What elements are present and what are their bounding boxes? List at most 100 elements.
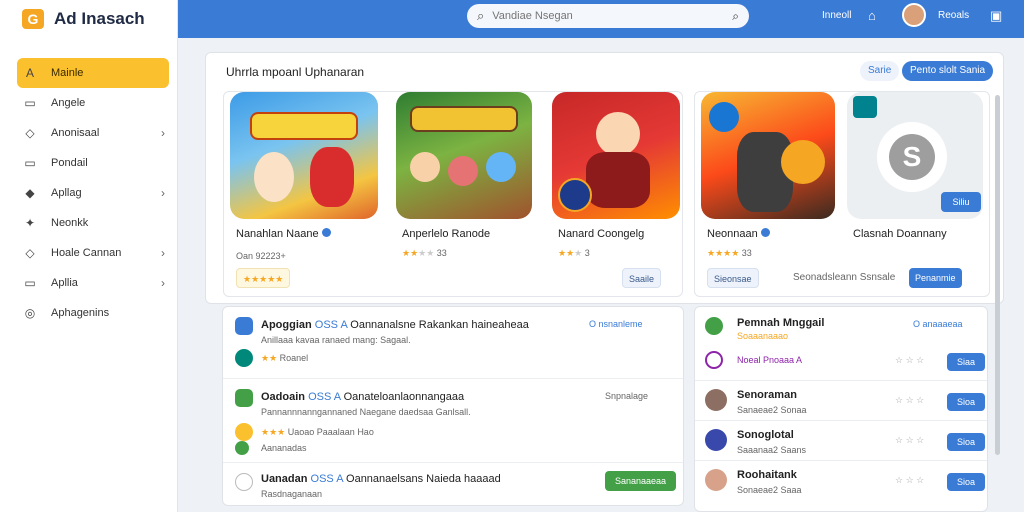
sidebar-item-label: Hoale Cannan [51,247,122,259]
app-card[interactable]: Neonnaan ★★★★ 33 Sieonsae [701,92,837,298]
sidebar-item-label: Apllag [51,187,82,199]
sidebar-item-neonkk[interactable]: ✦ Neonkk [17,208,169,238]
rating-stars: ☆ ☆ ☆ [895,395,925,405]
home-icon[interactable]: ⌂ [868,8,876,23]
brand-name: Ad Inasach [54,9,145,28]
app-thumbnail[interactable] [701,92,835,219]
list-item-link[interactable]: O anaaaeaa [913,319,963,329]
app-subtitle: Oan 92223+ [236,251,286,261]
avatar [235,349,253,367]
list-item[interactable]: Pemnah Mnggail Soaaanaaao O anaaaeaa [695,307,987,343]
list-item[interactable]: Noeal Pnoaaa A ☆ ☆ ☆ Siaa [695,343,987,381]
tag-icon: ◇ [25,126,35,140]
app-title: Nanahlan Naane [236,228,331,240]
featured-cards: Nanahlan Naane Oan 92223+ ★★★★★ Anperlel… [223,91,683,297]
menu-icon[interactable]: ▣ [990,8,1002,24]
tag-icon: ◇ [25,246,35,260]
box-icon: ▭ [24,276,36,290]
verified-icon [321,228,331,237]
search-input[interactable] [492,10,713,22]
app-card[interactable]: Anperlelo Ranode ★★★★ 33 [396,92,536,298]
sidebar-item-aphagenins[interactable]: ◎ Aphagenins [17,298,169,328]
app-icon [705,469,727,491]
chevron-right-icon: › [161,246,165,260]
app-icon [235,317,253,335]
sidebar-nav: A Mainle ▭ Angele ◇ Anonisaal › ▭ Pondai… [17,58,169,328]
sidebar-item-apllag[interactable]: ◆ Apllag › [17,178,169,208]
list-item-desc: Rasdnaganaan [261,489,323,499]
get-button[interactable]: Sioa [947,473,986,491]
list-item-desc: Pannannnanngannaned Naegane daedsaa Ganl… [261,407,471,417]
app-icon [235,389,253,407]
get-button[interactable]: Sioa [947,433,986,451]
sidebar-item-label: Aphagenins [51,307,110,319]
app-icon [705,429,727,451]
list-item[interactable]: Roohaitank Sonaeae2 Saaa ☆ ☆ ☆ Sioa [695,461,987,501]
sidebar-item-apllia[interactable]: ▭ Apllia › [17,268,169,298]
app-card[interactable]: Nanahlan Naane Oan 92223+ ★★★★★ [230,92,378,298]
app-card[interactable]: Nanard Coongelg ★★★ 3 [552,92,682,298]
sidebar-item-anonisaal[interactable]: ◇ Anonisaal › [17,118,169,148]
box-icon: ▭ [24,156,36,170]
get-button[interactable]: Sioa [947,393,986,411]
app-title: Clasnah Doannany [853,228,947,240]
circle-icon: ◎ [24,306,36,320]
app-list-left: Apoggian OSS A Oannanalsne Rakankan hain… [222,306,684,506]
app-tag[interactable]: Sieonsae [707,268,759,288]
avatar [235,423,253,441]
avatar[interactable] [902,3,926,27]
list-item[interactable]: Apoggian OSS A Oannanalsne Rakankan hain… [223,307,683,379]
sidebar: G Ad Inasach A Mainle ▭ Angele ◇ Anonisa… [0,0,178,512]
list-item[interactable]: Senoraman Sanaeae2 Sonaa ☆ ☆ ☆ Sioa [695,381,987,421]
chevron-right-icon: › [161,186,165,200]
list-item[interactable]: Oadoain OSS A Oanateloanlaonnangaaa Pann… [223,379,683,463]
app-thumbnail[interactable] [552,92,680,219]
list-item[interactable]: Uanadan OSS A Oannanaelsans Naieda haaaa… [223,463,683,507]
verified-icon [760,228,770,237]
list-item-meta[interactable]: Snpnalage [605,391,648,401]
app-rating: ★★★★ 33 [402,248,447,258]
app-thumbnail[interactable]: S Siliu [847,92,983,219]
app-rating: ★★★ 3 [558,248,590,258]
scrollbar[interactable] [995,95,1000,455]
featured-chip[interactable]: Sarie [860,61,900,81]
sidebar-item-label: Angele [51,97,86,109]
app-icon [705,351,723,369]
top-bar: ⌕ ⌕ Inneoll ⌂ Reoals ▣ [178,0,1024,38]
sidebar-item-mainle[interactable]: A Mainle [17,58,169,88]
featured-side-cards: Neonnaan ★★★★ 33 Sieonsae S Siliu Clasna… [694,91,990,297]
brand[interactable]: G Ad Inasach [0,0,178,38]
list-item-desc: Anillaaa kavaa ranaed mang: Sagaal. [261,335,411,345]
get-button[interactable]: Siaa [947,353,986,371]
chevron-right-icon: › [161,276,165,290]
app-thumbnail[interactable] [396,92,532,219]
install-button[interactable]: Penanmie [909,268,962,288]
app-card[interactable]: S Siliu Clasnah Doannany Seonadsleann Ss… [793,92,987,298]
app-rating: ★★★★ 33 [707,248,752,258]
app-badge[interactable]: Siliu [941,192,981,212]
chevron-right-icon: › [161,126,165,140]
rating-stars: ☆ ☆ ☆ [895,435,925,445]
save-button[interactable]: Saaile [622,268,662,288]
rating-stars: ☆ ☆ ☆ [895,475,925,485]
list-item[interactable]: Sonoglotal Saaanaa2 Saans ☆ ☆ ☆ Sioa [695,421,987,461]
search-bar[interactable]: ⌕ ⌕ [467,4,749,28]
sidebar-item-angele[interactable]: ▭ Angele [17,88,169,118]
featured-panel: Uhrrla mpoanl Uphanaran Sarie Pento slol… [205,52,1004,304]
diamond-icon: ◆ [25,186,35,200]
action-button[interactable]: Sananaaeaa [605,471,677,491]
app-icon [705,317,723,335]
sidebar-item-label: Mainle [51,67,84,79]
sidebar-item-hoale-cannan[interactable]: ◇ Hoale Cannan › [17,238,169,268]
top-link[interactable]: Inneoll [822,10,851,21]
box-icon: ▭ [24,96,36,110]
list-item-meta[interactable]: O nsnanleme [589,319,643,329]
app-icon [235,473,253,491]
user-name[interactable]: Reoals [938,10,969,21]
featured-title: Uhrrla mpoanl Uphanaran [226,65,365,79]
app-logo-icon: S [889,134,935,180]
sidebar-item-pondail[interactable]: ▭ Pondail [17,148,169,178]
featured-action-button[interactable]: Pento slolt Sania [902,61,994,81]
app-thumbnail[interactable] [230,92,378,219]
search-submit-icon[interactable]: ⌕ [732,9,739,24]
